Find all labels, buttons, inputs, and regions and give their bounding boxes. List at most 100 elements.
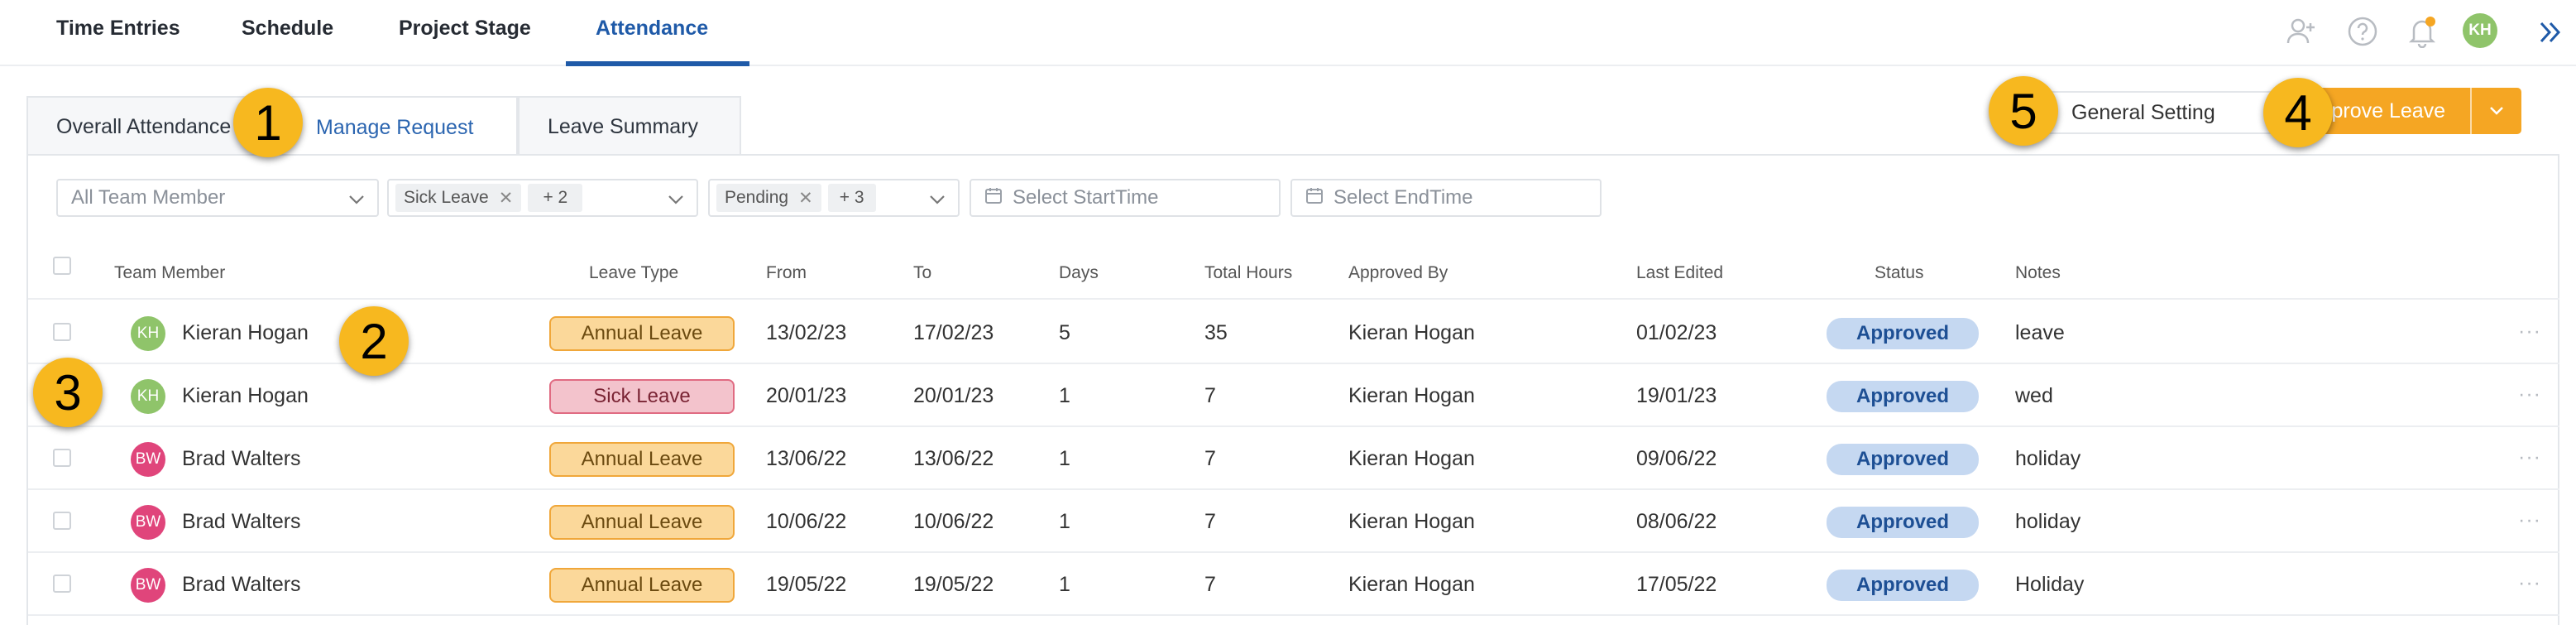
calendar-icon — [984, 186, 1003, 210]
nav-project-stage[interactable]: Project Stage — [399, 17, 531, 41]
table-row[interactable]: BW Brad Walters Annual Leave 10/06/22 10… — [28, 490, 2559, 553]
team-member-name: Kieran Hogan — [182, 384, 309, 407]
close-icon[interactable]: ✕ — [798, 188, 813, 209]
general-setting-label: General Setting — [2071, 100, 2215, 124]
chip-label: Pending — [725, 188, 789, 207]
days-value: 1 — [1059, 510, 1070, 533]
header-approved-by[interactable]: Approved By — [1348, 263, 1448, 283]
chevron-down-icon — [347, 190, 366, 214]
notes-value: holiday — [2015, 510, 2081, 533]
last-edited-value: 09/06/22 — [1636, 447, 1717, 470]
team-member-select[interactable]: All Team Member — [56, 179, 379, 217]
from-date: 10/06/22 — [766, 510, 847, 533]
status-select[interactable]: Pending ✕ + 3 — [708, 179, 960, 217]
leave-type-more-chip: + 2 — [528, 184, 583, 212]
more-options-icon[interactable]: ··· — [2518, 320, 2541, 344]
from-date: 13/06/22 — [766, 447, 847, 470]
team-member-name: Brad Walters — [182, 510, 301, 533]
status-badge: Approved — [1827, 381, 1979, 412]
avatar: KH — [131, 316, 165, 351]
more-options-icon[interactable]: ··· — [2518, 508, 2541, 532]
active-tab-indicator — [566, 61, 749, 66]
notes-value: Holiday — [2015, 573, 2085, 596]
leave-type-select[interactable]: Sick Leave ✕ + 2 — [387, 179, 698, 217]
tab-label: Overall Attendance — [56, 114, 232, 138]
callout-5: 5 — [1989, 76, 2058, 146]
last-edited-value: 17/05/22 — [1636, 573, 1717, 596]
row-checkbox[interactable] — [53, 323, 71, 341]
header-to[interactable]: To — [913, 263, 931, 283]
approved-by-value: Kieran Hogan — [1348, 510, 1475, 533]
chevron-down-icon — [928, 190, 946, 214]
tab-label: Leave Summary — [548, 114, 699, 138]
row-checkbox[interactable] — [53, 449, 71, 467]
more-options-icon[interactable]: ··· — [2518, 571, 2541, 595]
select-all-checkbox[interactable] — [53, 257, 71, 275]
header-status[interactable]: Status — [1875, 263, 1924, 283]
team-member-name: Brad Walters — [182, 573, 301, 596]
chevron-down-icon[interactable] — [2472, 105, 2521, 117]
notes-value: leave — [2015, 321, 2065, 344]
close-icon[interactable]: ✕ — [499, 188, 514, 209]
callout-2: 2 — [339, 306, 409, 376]
leave-type-badge: Annual Leave — [549, 505, 735, 540]
header-days[interactable]: Days — [1059, 263, 1099, 283]
header-team-member[interactable]: Team Member — [114, 263, 225, 283]
header-total-hours[interactable]: Total Hours — [1204, 263, 1292, 283]
add-user-icon[interactable] — [2285, 15, 2318, 48]
total-hours-value: 7 — [1204, 573, 1216, 596]
total-hours-value: 7 — [1204, 447, 1216, 470]
last-edited-value: 01/02/23 — [1636, 321, 1717, 344]
more-options-icon[interactable]: ··· — [2518, 445, 2541, 469]
avatar: BW — [131, 505, 165, 540]
help-icon[interactable] — [2346, 15, 2379, 48]
tab-label: Manage Request — [316, 115, 474, 139]
from-date: 19/05/22 — [766, 573, 847, 596]
avatar: BW — [131, 568, 165, 603]
tab-manage-request[interactable]: Manage Request — [278, 96, 518, 157]
bell-icon[interactable] — [2406, 15, 2439, 49]
team-member-name: Kieran Hogan — [182, 321, 309, 344]
table-row[interactable]: BW Brad Walters Annual Leave 19/05/22 19… — [28, 553, 2559, 616]
end-time-input[interactable]: Select EndTime — [1290, 179, 1602, 217]
status-badge: Approved — [1827, 318, 1979, 349]
status-chip[interactable]: Pending ✕ — [716, 184, 821, 212]
general-setting-button[interactable]: General Setting — [2040, 91, 2280, 134]
row-checkbox[interactable] — [53, 512, 71, 530]
leave-type-badge: Sick Leave — [549, 379, 735, 414]
nav-time-entries[interactable]: Time Entries — [56, 17, 180, 41]
leave-type-badge: Annual Leave — [549, 316, 735, 351]
to-date: 19/05/22 — [913, 573, 994, 596]
header-from[interactable]: From — [766, 263, 807, 283]
table-row[interactable]: BW Brad Walters Annual Leave 13/06/22 13… — [28, 427, 2559, 490]
header-leave-type[interactable]: Leave Type — [589, 263, 678, 283]
more-options-icon[interactable]: ··· — [2518, 382, 2541, 406]
status-badge: Approved — [1827, 444, 1979, 475]
to-date: 13/06/22 — [913, 447, 994, 470]
tab-leave-summary[interactable]: Leave Summary — [518, 96, 741, 156]
avatar: BW — [131, 442, 165, 477]
from-date: 13/02/23 — [766, 321, 847, 344]
header-notes[interactable]: Notes — [2015, 263, 2061, 283]
top-navigation: Time Entries Schedule Project Stage Atte… — [0, 0, 2576, 66]
callout-1: 1 — [233, 88, 303, 157]
callout-4: 4 — [2263, 78, 2333, 147]
nav-attendance[interactable]: Attendance — [596, 17, 708, 41]
avatar: KH — [131, 379, 165, 414]
team-member-placeholder: All Team Member — [71, 186, 226, 209]
notes-value: holiday — [2015, 447, 2081, 470]
days-value: 1 — [1059, 384, 1070, 407]
leave-type-chip[interactable]: Sick Leave ✕ — [395, 184, 522, 212]
start-time-input[interactable]: Select StartTime — [970, 179, 1281, 217]
total-hours-value: 35 — [1204, 321, 1228, 344]
row-checkbox[interactable] — [53, 575, 71, 593]
table-header: Team Member Leave Type From To Days Tota… — [28, 245, 2559, 300]
header-last-edited[interactable]: Last Edited — [1636, 263, 1723, 283]
user-avatar[interactable]: KH — [2463, 13, 2497, 48]
to-date: 10/06/22 — [913, 510, 994, 533]
calendar-icon — [1305, 186, 1324, 210]
double-chevron-right-icon[interactable] — [2536, 18, 2564, 50]
status-badge: Approved — [1827, 570, 1979, 601]
table-row[interactable]: KH Kieran Hogan Sick Leave 20/01/23 20/0… — [28, 364, 2559, 427]
nav-schedule[interactable]: Schedule — [242, 17, 333, 41]
